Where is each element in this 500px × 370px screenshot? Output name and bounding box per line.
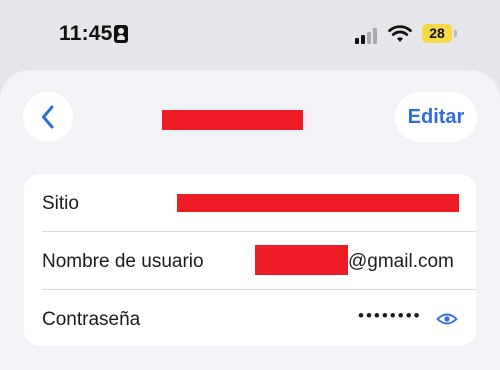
site-label: Sitio [42,193,79,214]
battery-tip [454,30,457,37]
status-bar: 11:45 28 [0,0,500,66]
password-detail-sheet: Editar Sitio Nombre de usuario @gmail.co… [0,70,500,370]
username-row[interactable]: Nombre de usuario @gmail.com [24,232,476,290]
password-value: •••••••• [358,306,422,325]
battery-level: 28 [429,25,445,41]
site-row: Sitio [24,174,476,232]
credential-details-card: Sitio Nombre de usuario @gmail.com Contr… [24,174,476,346]
username-value-redacted [255,245,348,275]
username-domain: @gmail.com [348,251,454,272]
person-id-icon [114,25,128,43]
password-label: Contraseña [42,309,141,330]
status-time: 11:45 [59,22,113,45]
edit-button[interactable]: Editar [395,92,477,142]
eye-icon[interactable] [436,312,458,326]
password-row[interactable]: Contraseña •••••••• [24,290,476,346]
wifi-icon [388,25,412,42]
page-title-redacted [162,110,303,130]
back-button[interactable] [23,92,73,142]
battery-icon: 28 [422,24,452,43]
username-label: Nombre de usuario [42,251,204,272]
chevron-left-icon [42,105,54,129]
site-value-redacted [177,194,459,212]
cellular-signal-icon [355,28,379,44]
